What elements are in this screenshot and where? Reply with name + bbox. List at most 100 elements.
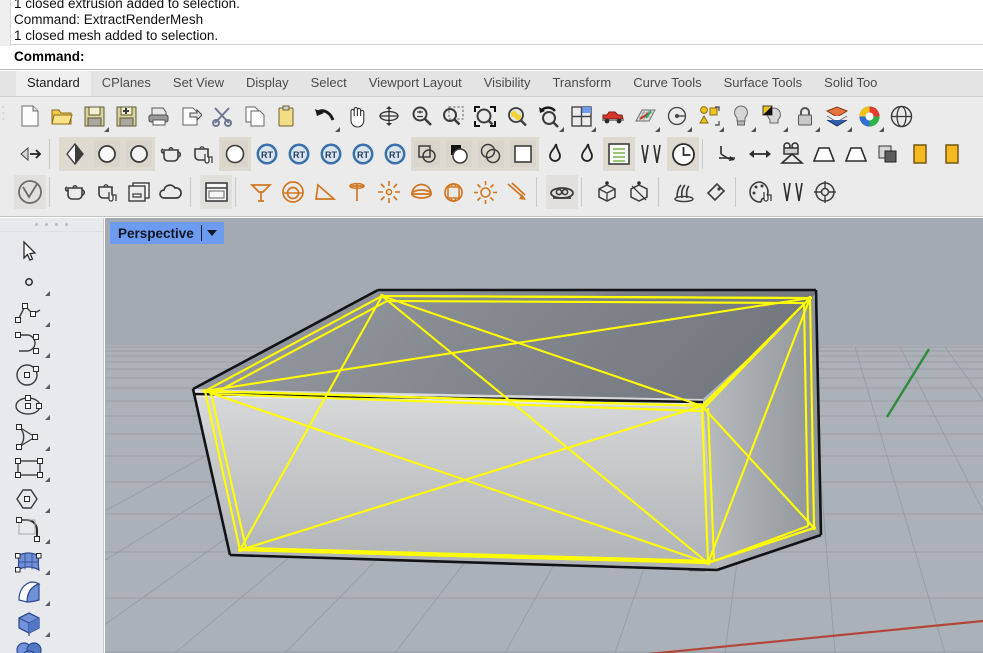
paste-icon[interactable]: [270, 99, 302, 133]
mesh-light-icon[interactable]: [309, 175, 341, 209]
vray-logo-icon[interactable]: [14, 175, 46, 209]
teapot-icon[interactable]: [155, 137, 187, 171]
list-panel-icon[interactable]: [603, 137, 635, 171]
light-options-icon[interactable]: [757, 99, 789, 133]
object-properties-icon[interactable]: [693, 99, 725, 133]
color-wheel-icon[interactable]: [853, 99, 885, 133]
teapot-pick-outline-icon[interactable]: [91, 175, 123, 209]
rt-render-5-icon[interactable]: RT: [379, 137, 411, 171]
palette-drag-handle[interactable]: [0, 218, 103, 232]
boolean-union-icon[interactable]: [411, 137, 443, 171]
teapot-pick-icon[interactable]: [187, 137, 219, 171]
point-light-icon[interactable]: [373, 175, 405, 209]
tab-solid-tools[interactable]: Solid Too: [813, 71, 888, 96]
square-icon[interactable]: [507, 137, 539, 171]
directional-light-icon[interactable]: [469, 175, 501, 209]
lock-icon[interactable]: [789, 99, 821, 133]
tab-viewport-layout[interactable]: Viewport Layout: [358, 71, 473, 96]
target-icon[interactable]: [809, 175, 841, 209]
tab-standard[interactable]: Standard: [16, 71, 91, 96]
light-icon[interactable]: [725, 99, 757, 133]
teapot-outline-icon[interactable]: [59, 175, 91, 209]
curve-icon[interactable]: [6, 328, 52, 359]
tab-curve-tools[interactable]: Curve Tools: [622, 71, 712, 96]
toolbar-drag-handle[interactable]: ◦ ◦ ◦: [2, 104, 4, 123]
copy-icon[interactable]: [238, 99, 270, 133]
zoom-previous-icon[interactable]: [533, 99, 565, 133]
tab-display[interactable]: Display: [235, 71, 300, 96]
ies-light-icon[interactable]: [341, 175, 373, 209]
surface-sweep-icon[interactable]: [6, 576, 52, 607]
zoom-in-out-icon[interactable]: [405, 99, 437, 133]
export-icon[interactable]: [174, 99, 206, 133]
globe-icon[interactable]: [885, 99, 917, 133]
cut-scissors-icon[interactable]: [206, 99, 238, 133]
project-icon[interactable]: [712, 137, 744, 171]
surface-from-curves-icon[interactable]: [6, 545, 52, 576]
panel-window-icon[interactable]: [200, 175, 232, 209]
render-frame-icon[interactable]: [123, 175, 155, 209]
sun-light-icon[interactable]: [437, 175, 469, 209]
proxy-cube-icon[interactable]: [546, 175, 578, 209]
sphere-white-icon[interactable]: [219, 137, 251, 171]
render-car-icon[interactable]: [597, 99, 629, 133]
fillet-curve-icon[interactable]: [6, 514, 52, 545]
spot-light-icon[interactable]: [245, 175, 277, 209]
measure-icon[interactable]: [635, 137, 667, 171]
fur-icon[interactable]: [668, 175, 700, 209]
new-file-icon[interactable]: [14, 99, 46, 133]
viewport-title-tab[interactable]: Perspective: [110, 222, 224, 244]
grid-snap-icon[interactable]: [629, 99, 661, 133]
zoom-extents-icon[interactable]: [469, 99, 501, 133]
polyline-icon[interactable]: [6, 297, 52, 328]
boolean-difference-icon[interactable]: [443, 137, 475, 171]
print-icon[interactable]: [142, 99, 174, 133]
infinite-plane-icon[interactable]: [501, 175, 533, 209]
ellipse-icon[interactable]: [6, 390, 52, 421]
osnap-icon[interactable]: [661, 99, 693, 133]
pan-hand-icon[interactable]: [341, 99, 373, 133]
point-icon[interactable]: [6, 266, 52, 297]
cloud-icon[interactable]: [155, 175, 187, 209]
rt-render-2-icon[interactable]: RT: [283, 137, 315, 171]
chevron-down-icon[interactable]: [206, 230, 217, 236]
dome-light-icon[interactable]: [277, 175, 309, 209]
boolean-intersect-icon[interactable]: [475, 137, 507, 171]
command-prompt[interactable]: Command:: [0, 46, 983, 70]
tab-cplanes[interactable]: CPlanes: [91, 71, 162, 96]
drop-alt-icon[interactable]: [571, 137, 603, 171]
tab-visibility[interactable]: Visibility: [473, 71, 542, 96]
tab-transform[interactable]: Transform: [541, 71, 622, 96]
zoom-selected-icon[interactable]: [501, 99, 533, 133]
yellow-swatch-icon[interactable]: [904, 137, 936, 171]
distance-icon[interactable]: [744, 137, 776, 171]
rt-render-3-icon[interactable]: RT: [315, 137, 347, 171]
drop-icon[interactable]: [539, 137, 571, 171]
render-preview-alt-icon[interactable]: [123, 137, 155, 171]
perspective-viewport[interactable]: Perspective: [105, 218, 983, 653]
material-palette-icon[interactable]: [745, 175, 777, 209]
layers-icon[interactable]: [821, 99, 853, 133]
proxy-cube-alt-icon[interactable]: [591, 175, 623, 209]
material-icon[interactable]: [872, 137, 904, 171]
tab-select[interactable]: Select: [300, 71, 358, 96]
gem-render-icon[interactable]: [59, 137, 91, 171]
rectangle-icon[interactable]: [6, 452, 52, 483]
select-arrow-icon[interactable]: [6, 235, 52, 266]
sphere-boolean-icon[interactable]: [6, 638, 52, 653]
sphere-light-icon[interactable]: [405, 175, 437, 209]
perspective-match-alt-icon[interactable]: [840, 137, 872, 171]
circle-icon[interactable]: [6, 359, 52, 390]
zoom-window-icon[interactable]: [437, 99, 469, 133]
rt-render-icon[interactable]: RT: [251, 137, 283, 171]
tab-set-view[interactable]: Set View: [162, 71, 235, 96]
yellow-swatch-2-icon[interactable]: [936, 137, 968, 171]
flip-direction-icon[interactable]: [14, 137, 46, 171]
perspective-match-icon[interactable]: [808, 137, 840, 171]
measure-pair-icon[interactable]: [777, 175, 809, 209]
arc-icon[interactable]: [6, 421, 52, 452]
rt-render-4-icon[interactable]: RT: [347, 137, 379, 171]
save-icon[interactable]: [78, 99, 110, 133]
viewport-canvas[interactable]: [105, 218, 983, 653]
clock-icon[interactable]: [667, 137, 699, 171]
